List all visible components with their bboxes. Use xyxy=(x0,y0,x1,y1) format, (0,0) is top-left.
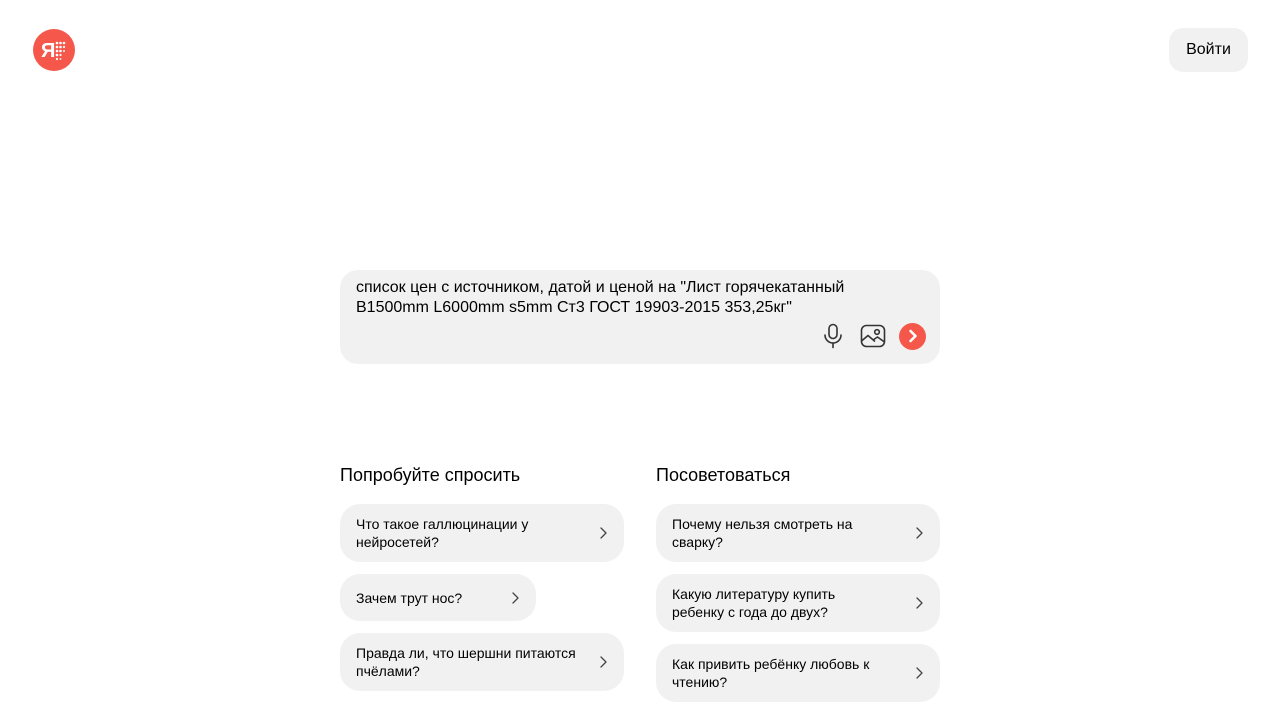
chevron-right-icon xyxy=(598,656,608,668)
prompt-input-box[interactable]: список цен с источником, датой и ценой н… xyxy=(340,270,940,364)
section-title: Посоветоваться xyxy=(656,465,791,485)
chevron-right-icon xyxy=(914,667,924,679)
suggestion-chip[interactable]: Зачем трут нос? xyxy=(340,574,536,621)
send-arrow-icon xyxy=(908,329,917,343)
suggestion-chip[interactable]: Как привить ребёнку любовь к чтению? xyxy=(656,644,940,702)
microphone-icon[interactable] xyxy=(819,322,847,350)
suggestion-label: Как привить ребёнку любовь к чтению? xyxy=(672,656,870,690)
suggestion-chip[interactable]: Какую литературу купить ребенку с года д… xyxy=(656,574,940,632)
login-button[interactable]: Войти xyxy=(1169,28,1248,72)
yandex-alice-logo-icon: Я xyxy=(41,40,66,62)
chevron-right-icon xyxy=(914,527,924,539)
section-title: Попробуйте спросить xyxy=(340,465,521,485)
prompt-input[interactable]: список цен с источником, датой и ценой н… xyxy=(356,278,916,318)
suggestion-chip[interactable]: Что такое галлюцинации у нейросетей? xyxy=(340,504,624,562)
chevron-right-icon xyxy=(510,591,520,604)
chevron-right-icon xyxy=(914,597,924,609)
send-button[interactable] xyxy=(899,322,926,350)
suggestions-advice: Посоветоваться Почему нельзя смотреть на… xyxy=(656,464,940,714)
suggestion-chip[interactable]: Правда ли, что шершни питаются пчёлами? xyxy=(340,633,624,691)
image-upload-icon[interactable] xyxy=(859,322,887,350)
suggestion-label: Зачем трут нос? xyxy=(356,589,463,606)
yandex-logo[interactable]: Я xyxy=(33,29,75,71)
suggestion-label: Правда ли, что шершни питаются пчёлами? xyxy=(356,645,576,679)
suggestion-label: Какую литературу купить ребенку с года д… xyxy=(672,586,836,620)
chevron-right-icon xyxy=(598,527,608,539)
prompt-actions xyxy=(819,322,926,350)
suggestion-label: Почему нельзя смотреть на сварку? xyxy=(672,516,853,550)
suggestions-try-asking: Попробуйте спросить Что такое галлюцинац… xyxy=(340,464,624,703)
suggestion-chip[interactable]: Почему нельзя смотреть на сварку? xyxy=(656,504,940,562)
logo-letter: Я xyxy=(41,40,55,62)
page: Я Войти список цен с источником, датой и… xyxy=(0,0,1280,720)
suggestion-label: Что такое галлюцинации у нейросетей? xyxy=(356,516,529,550)
